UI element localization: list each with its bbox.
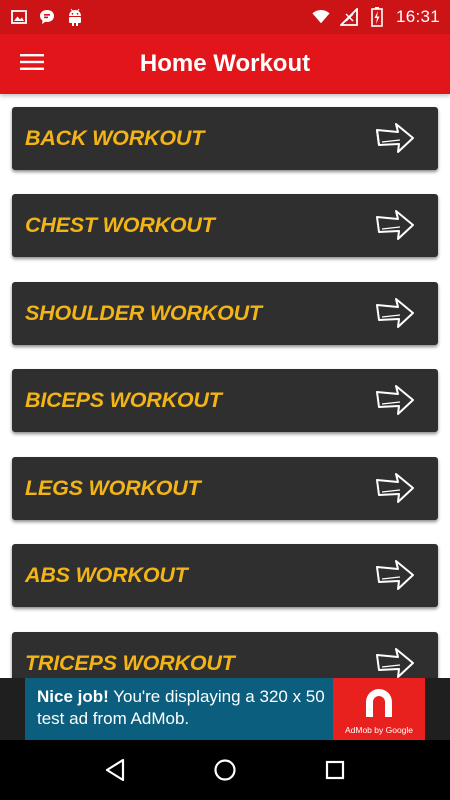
ad-banner: Nice job! You're displaying a 320 x 50 t…: [0, 678, 450, 740]
menu-button[interactable]: [0, 34, 64, 94]
status-bar: 16:31: [0, 0, 450, 34]
workout-item-shoulder[interactable]: SHOULDER WORKOUT: [12, 282, 438, 345]
workout-item-abs[interactable]: ABS WORKOUT: [12, 544, 438, 607]
admob-logo-text: AdMob by Google: [344, 725, 414, 735]
workout-item-triceps[interactable]: TRICEPS WORKOUT: [12, 632, 438, 678]
admob-logo: AdMob by Google: [333, 678, 425, 740]
ad-headline: Nice job!: [37, 687, 109, 706]
wifi-icon: [312, 8, 330, 26]
admob-logo-icon: [366, 689, 392, 717]
arrow-right-icon: [376, 210, 414, 240]
workout-label: SHOULDER WORKOUT: [25, 301, 262, 325]
workout-label: TRICEPS WORKOUT: [25, 651, 235, 675]
recents-button[interactable]: [313, 748, 357, 792]
arrow-right-icon: [376, 473, 414, 503]
arrow-right-icon: [376, 385, 414, 415]
workout-item-legs[interactable]: LEGS WORKOUT: [12, 457, 438, 520]
ad-content[interactable]: Nice job! You're displaying a 320 x 50 t…: [25, 678, 425, 740]
home-button[interactable]: [203, 748, 247, 792]
app-bar: Home Workout: [0, 34, 450, 94]
home-icon: [214, 759, 236, 781]
chat-icon: [38, 8, 56, 26]
page-title: Home Workout: [139, 50, 311, 77]
hamburger-menu-icon: [20, 53, 44, 75]
battery-icon: [368, 7, 386, 27]
recents-icon: [325, 760, 345, 780]
workout-item-chest[interactable]: CHEST WORKOUT: [12, 194, 438, 257]
arrow-right-icon: [376, 560, 414, 590]
workout-list[interactable]: BACK WORKOUT CHEST WORKOUT SHOULDER WORK…: [0, 94, 450, 678]
workout-label: BACK WORKOUT: [25, 126, 205, 150]
arrow-right-icon: [376, 123, 414, 153]
arrow-right-icon: [376, 648, 414, 678]
arrow-right-icon: [376, 298, 414, 328]
signal-icon: [339, 8, 358, 26]
android-icon: [66, 8, 84, 26]
workout-item-biceps[interactable]: BICEPS WORKOUT: [12, 369, 438, 432]
workout-label: ABS WORKOUT: [25, 563, 188, 587]
ad-text: Nice job! You're displaying a 320 x 50 t…: [25, 678, 333, 740]
workout-label: LEGS WORKOUT: [25, 476, 201, 500]
workout-label: BICEPS WORKOUT: [25, 388, 222, 412]
navigation-bar: [0, 740, 450, 800]
workout-label: CHEST WORKOUT: [25, 213, 215, 237]
status-time: 16:31: [395, 7, 440, 26]
workout-item-back[interactable]: BACK WORKOUT: [12, 107, 438, 170]
image-icon: [10, 8, 28, 26]
back-icon: [105, 758, 125, 782]
back-button[interactable]: [93, 748, 137, 792]
